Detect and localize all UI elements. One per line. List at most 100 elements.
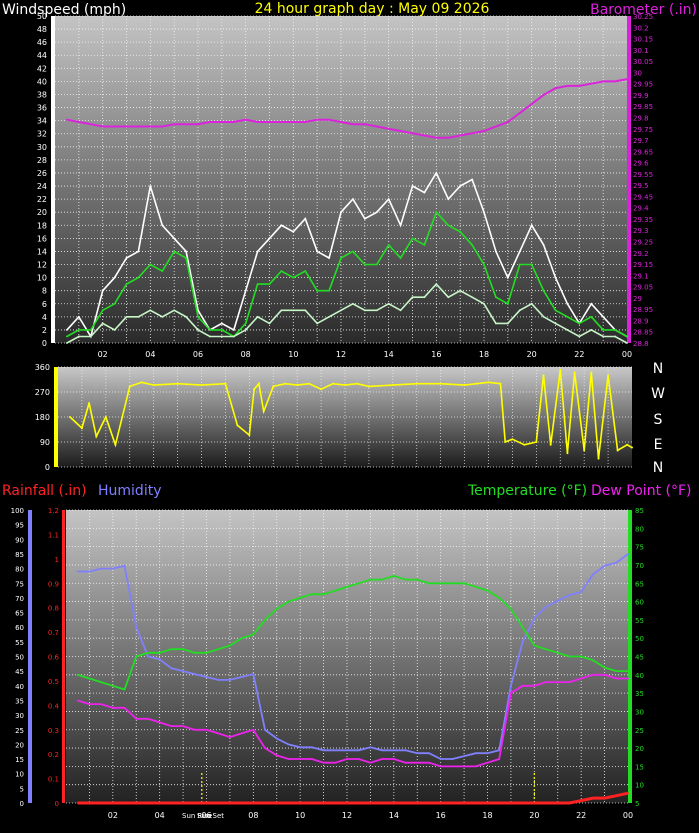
data-point [173, 309, 176, 312]
data-point [296, 384, 299, 387]
data-point [320, 388, 323, 391]
data-point [542, 374, 545, 377]
data-point [66, 335, 68, 338]
data-point [416, 578, 419, 581]
data-point [252, 802, 255, 804]
data-point [200, 384, 203, 387]
data-point [304, 270, 307, 272]
data-point [264, 747, 266, 749]
data-point [369, 578, 372, 581]
data-point [602, 329, 605, 331]
data-point [506, 322, 509, 325]
data-point [287, 802, 290, 804]
x-tick-label: 16 [431, 350, 441, 359]
y2-tick-label: 29.15 [633, 261, 653, 269]
x-tick-label: 22 [576, 811, 586, 820]
y2-tick-label: 28.9 [633, 317, 649, 325]
data-point [292, 230, 295, 233]
data-point [387, 302, 390, 305]
data-point [170, 648, 173, 651]
data-point [125, 257, 128, 259]
y2-tick-label: 28.95 [633, 306, 653, 314]
data-point [328, 289, 330, 292]
data-point [471, 178, 473, 181]
sunset-label: Sun Set [197, 812, 224, 820]
data-point [197, 329, 199, 331]
data-point [100, 681, 103, 684]
y-tick-label: 0.3 [48, 727, 59, 735]
data-point [499, 382, 502, 385]
data-point [299, 802, 302, 804]
data-point [100, 802, 103, 804]
data-point [147, 655, 149, 658]
data-point [272, 385, 275, 388]
y-tick-label: 0.5 [48, 678, 59, 686]
data-point [66, 342, 68, 344]
y2-tick-label: 30.25 [633, 13, 653, 21]
y2-tick-label: 29.5 [633, 182, 649, 190]
data-point [111, 684, 114, 687]
data-point [602, 80, 605, 83]
data-point [114, 443, 117, 446]
data-point [149, 125, 152, 128]
data-point [355, 382, 358, 385]
data-point [256, 121, 259, 123]
data-point [583, 449, 586, 452]
y-tick-label: 0 [42, 339, 47, 348]
data-point [332, 382, 335, 385]
data-point [308, 382, 311, 385]
data-point [451, 758, 454, 760]
data-point [197, 123, 199, 126]
data-point [340, 121, 342, 123]
data-point [304, 217, 307, 220]
graph-title: 24 hour graph day : May 09 2026 [255, 1, 490, 17]
data-point [590, 371, 593, 374]
data-point [334, 749, 337, 752]
data-point [566, 315, 569, 318]
data-point [125, 315, 128, 318]
data-point [530, 263, 533, 266]
compass-label-west: W [651, 386, 665, 402]
data-point [387, 198, 390, 201]
y2-tick-label: 29.35 [633, 216, 653, 224]
data-point [495, 322, 497, 325]
y-tick-label: 70 [635, 562, 644, 570]
y-tick-label: 30 [37, 143, 47, 152]
data-point [506, 302, 509, 305]
x-tick-label: 18 [482, 811, 492, 820]
data-point [76, 570, 79, 573]
data-point [256, 250, 259, 253]
y-tick-label: 40 [37, 77, 47, 86]
y2-tick-label: 29.6 [633, 160, 649, 168]
data-point [253, 388, 256, 391]
data-point [363, 263, 366, 266]
data-point [244, 118, 247, 121]
data-point [602, 335, 605, 338]
data-point [580, 655, 583, 658]
data-point [559, 368, 562, 371]
data-point [236, 424, 239, 427]
y-tick-label: 2 [42, 326, 47, 335]
data-point [399, 309, 402, 312]
y-tick-label: 0.8 [48, 605, 59, 613]
y-tick-label: 32 [37, 130, 47, 139]
data-point [264, 728, 266, 731]
data-point [392, 749, 395, 752]
data-point [346, 749, 348, 752]
data-point [474, 752, 477, 755]
data-point [220, 335, 223, 338]
data-point [264, 802, 266, 804]
data-point [357, 749, 360, 752]
windspeed-x-axis: 02 04 06 08 10 12 14 16 18 20 22 00 [98, 350, 633, 359]
data-point [495, 250, 497, 253]
data-point [137, 250, 140, 253]
data-point [111, 567, 114, 570]
y-tick-label: 0.2 [48, 751, 59, 759]
data-point [597, 457, 600, 460]
data-point [391, 384, 394, 387]
data-point [363, 309, 366, 312]
y-tick-label: 50 [635, 635, 644, 643]
data-point [209, 335, 211, 338]
windspeed-panel: 0246810121416182022242628303234363840424… [37, 12, 653, 359]
y-tick-label: 50 [15, 654, 24, 662]
